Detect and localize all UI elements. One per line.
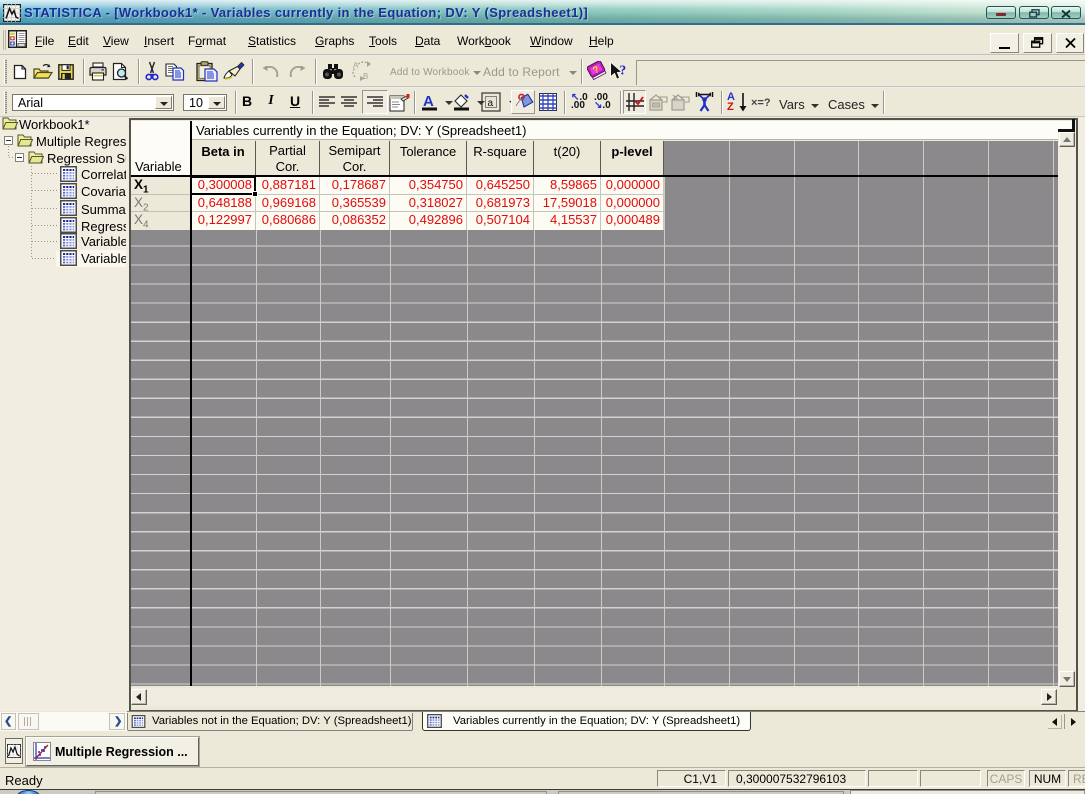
svg-text:A: A xyxy=(423,93,434,110)
svg-text:A: A xyxy=(353,61,359,70)
svg-text:a: a xyxy=(488,98,494,109)
svg-text:?: ? xyxy=(620,63,627,78)
svg-text:B: B xyxy=(363,72,368,81)
